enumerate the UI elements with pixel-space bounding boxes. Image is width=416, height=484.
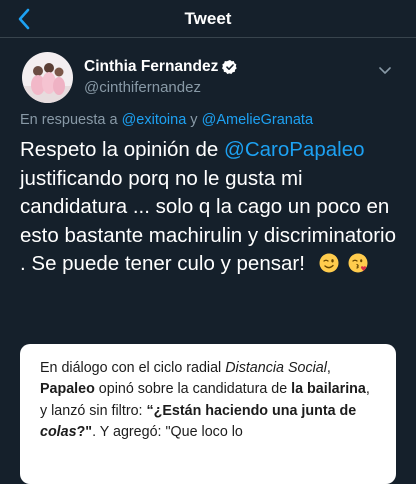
face-blowing-kiss-icon — [348, 253, 368, 273]
avatar-photo — [22, 51, 73, 103]
card-text-bold: la bailarina — [291, 381, 366, 398]
reply-joiner: y — [186, 112, 202, 128]
reply-context: En respuesta a @exitoina y @AmelieGranat… — [20, 112, 313, 128]
name-row: Cinthia Fernandez — [84, 58, 238, 76]
tweet-text-part1: Respeto la opinión de — [20, 138, 225, 161]
top-bar: Tweet — [0, 0, 416, 38]
page-title: Tweet — [184, 8, 232, 28]
winking-face-icon — [319, 253, 339, 273]
card-text: , — [326, 360, 331, 376]
tweet-text: Respeto la opinión de @CaroPapaleo justi… — [20, 136, 404, 279]
author-names: Cinthia Fernandez @cinthifernandez — [84, 58, 238, 96]
tweet-text-part2: justificando porq no le gusta mi candida… — [20, 166, 396, 276]
reply-mention-ameliegranata[interactable]: @AmelieGranata — [202, 112, 313, 128]
article-card[interactable]: En diálogo con el ciclo radial Distancia… — [20, 344, 396, 484]
card-text-quote-italic: colas — [40, 423, 77, 440]
chevron-down-icon[interactable] — [376, 61, 394, 79]
avatar[interactable] — [22, 51, 73, 103]
card-text-quote: “¿Están haciendo una junta de — [146, 402, 357, 419]
verified-badge-icon — [222, 60, 238, 74]
author-handle[interactable]: @cinthifernandez — [84, 79, 238, 96]
reply-mention-exitoina[interactable]: @exitoina — [122, 112, 187, 128]
card-text: . Y agregó: "Que loco lo — [92, 423, 243, 440]
back-arrow-icon — [18, 8, 30, 30]
card-text-program: Distancia Social — [225, 360, 327, 376]
card-text: En diálogo con el ciclo radial — [40, 360, 226, 376]
tweet-author: Cinthia Fernandez @cinthifernandez — [22, 51, 400, 103]
reply-prefix: En respuesta a — [20, 112, 122, 128]
card-text-quote: ?" — [76, 423, 93, 440]
tweet-mention-caropapaleo[interactable]: @CaroPapaleo — [224, 138, 364, 161]
card-text: opinó sobre la candidatura de — [94, 381, 292, 398]
display-name[interactable]: Cinthia Fernandez — [84, 58, 218, 76]
card-text-bold: Papaleo — [40, 381, 95, 398]
back-button[interactable] — [12, 7, 36, 31]
